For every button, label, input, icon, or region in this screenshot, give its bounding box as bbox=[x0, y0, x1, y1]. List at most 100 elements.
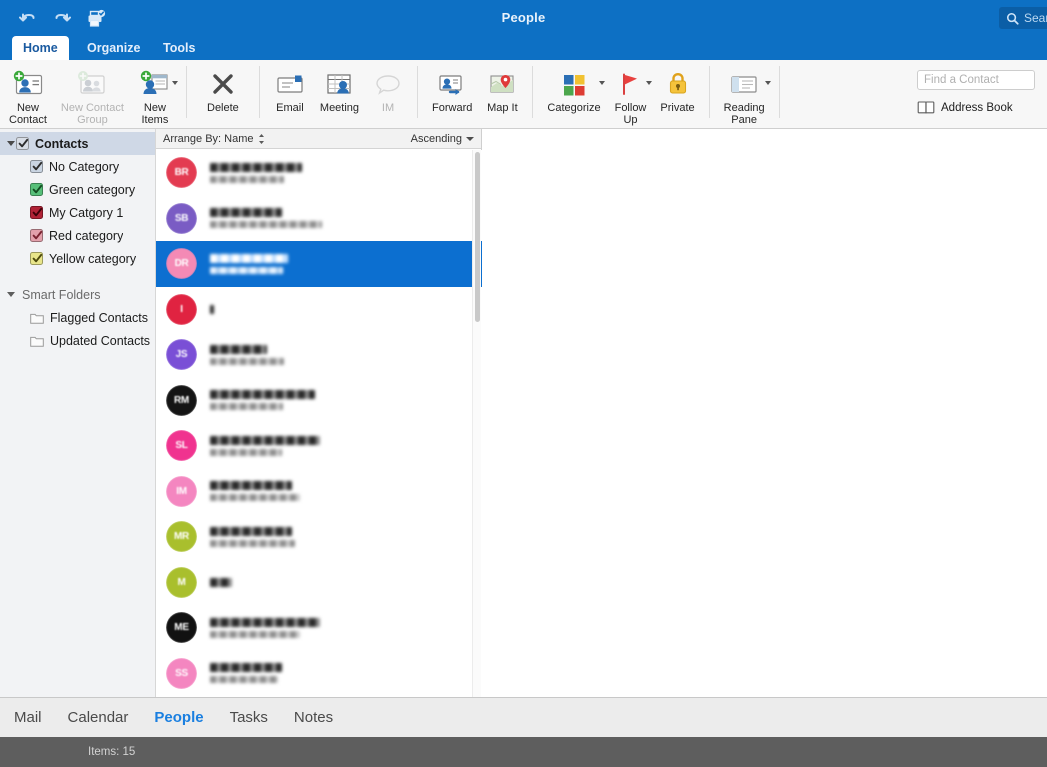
sidebar-item-red-category[interactable]: Red category bbox=[0, 224, 155, 247]
tab-organize[interactable]: Organize bbox=[76, 36, 152, 60]
contact-name bbox=[210, 578, 232, 587]
new-items-button[interactable]: New Items bbox=[131, 60, 179, 126]
sidebar-item-contacts[interactable]: Contacts bbox=[0, 132, 155, 155]
yellow-category-checkbox[interactable] bbox=[30, 252, 43, 265]
contact-list-item[interactable]: SL bbox=[156, 423, 482, 469]
delete-icon bbox=[208, 66, 238, 102]
contact-list-item[interactable]: JS bbox=[156, 332, 482, 378]
forward-icon bbox=[436, 66, 468, 102]
sidebar-item-yellow-category[interactable]: Yellow category bbox=[0, 247, 155, 270]
contact-list-item[interactable]: DR bbox=[156, 241, 482, 287]
new-items-caret-icon[interactable] bbox=[172, 81, 178, 85]
sidebar-item-flagged-contacts[interactable]: Flagged Contacts bbox=[0, 306, 155, 329]
contact-avatar: BR bbox=[166, 157, 197, 188]
nav-people[interactable]: People bbox=[154, 709, 203, 726]
disclosure-triangle-icon[interactable] bbox=[5, 141, 16, 146]
sidebar-item-no-category[interactable]: No Category bbox=[0, 155, 155, 178]
contact-text bbox=[210, 390, 315, 410]
smart-folders-disclosure-icon[interactable] bbox=[5, 292, 16, 297]
nav-tasks[interactable]: Tasks bbox=[230, 709, 268, 726]
module-switcher: Mail Calendar People Tasks Notes bbox=[0, 697, 1047, 737]
ribbon-tab-strip: Home Organize Tools bbox=[0, 36, 1047, 60]
ribbon-divider bbox=[186, 66, 187, 118]
find-a-contact-input[interactable]: Find a Contact bbox=[917, 70, 1035, 90]
contact-avatar: M bbox=[166, 567, 197, 598]
nav-mail[interactable]: Mail bbox=[14, 709, 42, 726]
green-category-label: Green category bbox=[49, 183, 135, 197]
contact-name bbox=[210, 163, 302, 172]
red-category-checkbox[interactable] bbox=[30, 229, 43, 242]
ribbon-find-section: Find a Contact Address Book bbox=[909, 60, 1047, 115]
contact-list[interactable]: BR SB DR I JS RM SLIM MR M ME SS bbox=[156, 150, 482, 697]
categorize-button[interactable]: Categorize bbox=[540, 60, 607, 115]
tab-home[interactable]: Home bbox=[12, 36, 69, 60]
contact-text bbox=[210, 578, 232, 587]
contact-list-item[interactable]: M bbox=[156, 560, 482, 606]
contact-avatar: DR bbox=[166, 248, 197, 279]
sidebar-item-my-catgory-1[interactable]: My Catgory 1 bbox=[0, 201, 155, 224]
nav-notes[interactable]: Notes bbox=[294, 709, 333, 726]
contact-subtitle bbox=[210, 221, 322, 228]
contact-avatar: MR bbox=[166, 521, 197, 552]
contact-subtitle bbox=[210, 267, 283, 274]
sidebar-item-green-category[interactable]: Green category bbox=[0, 178, 155, 201]
nav-calendar[interactable]: Calendar bbox=[68, 709, 129, 726]
contact-list-pane: Arrange By: Name Ascending BR SB DR I JS RM SL… bbox=[156, 129, 482, 697]
contact-list-item[interactable]: SB bbox=[156, 196, 482, 242]
im-button[interactable]: IM bbox=[366, 60, 410, 115]
contact-text bbox=[210, 345, 284, 365]
scrollbar-thumb[interactable] bbox=[475, 152, 480, 322]
contact-subtitle bbox=[210, 631, 300, 638]
contacts-label: Contacts bbox=[35, 137, 88, 151]
follow-up-button[interactable]: Follow Up bbox=[608, 60, 654, 126]
contact-text bbox=[210, 481, 300, 501]
contacts-checkbox[interactable] bbox=[16, 137, 29, 150]
no-category-label: No Category bbox=[49, 160, 119, 174]
ribbon-group-delete: Delete bbox=[192, 60, 254, 129]
sort-order-button[interactable]: Ascending bbox=[411, 133, 474, 145]
contact-text bbox=[210, 663, 282, 683]
contact-list-item[interactable]: SS bbox=[156, 651, 482, 697]
tab-tools[interactable]: Tools bbox=[152, 36, 206, 60]
contact-avatar: SS bbox=[166, 658, 197, 689]
meeting-button[interactable]: Meeting bbox=[313, 60, 366, 115]
categorize-caret-icon[interactable] bbox=[599, 81, 605, 85]
contact-avatar: RM bbox=[166, 385, 197, 416]
new-items-label: New Items bbox=[141, 103, 168, 126]
my-catgory-1-label: My Catgory 1 bbox=[49, 206, 123, 220]
list-scrollbar[interactable] bbox=[472, 150, 481, 697]
sort-updown-icon[interactable] bbox=[258, 133, 265, 145]
contact-list-item[interactable]: IM bbox=[156, 469, 482, 515]
email-button[interactable]: Email bbox=[267, 60, 313, 115]
reading-pane-label: Reading Pane bbox=[724, 103, 765, 126]
green-category-checkbox[interactable] bbox=[30, 183, 43, 196]
new-contact-group-button[interactable]: New Contact Group bbox=[54, 60, 131, 126]
no-category-checkbox[interactable] bbox=[30, 160, 43, 173]
sidebar-item-updated-contacts[interactable]: Updated Contacts bbox=[0, 329, 155, 352]
new-contact-button[interactable]: New Contact bbox=[2, 60, 54, 126]
folder-icon bbox=[30, 312, 44, 324]
contact-list-item[interactable]: MR bbox=[156, 514, 482, 560]
map-it-button[interactable]: Map It bbox=[479, 60, 525, 115]
contact-list-item[interactable]: BR bbox=[156, 150, 482, 196]
forward-button[interactable]: Forward bbox=[425, 60, 479, 115]
private-button[interactable]: Private bbox=[653, 60, 701, 115]
my-catgory-1-checkbox[interactable] bbox=[30, 206, 43, 219]
contact-name bbox=[210, 436, 320, 445]
contact-name bbox=[210, 527, 292, 536]
contact-avatar: JS bbox=[166, 339, 197, 370]
reading-pane-button[interactable]: Reading Pane bbox=[717, 60, 772, 126]
contact-name bbox=[210, 481, 292, 490]
sidebar-group-smart-folders[interactable]: Smart Folders bbox=[0, 283, 155, 306]
contact-name bbox=[210, 390, 315, 399]
arrange-by-button[interactable]: Arrange By: Name bbox=[163, 133, 253, 145]
follow-up-caret-icon[interactable] bbox=[646, 81, 652, 85]
search-box[interactable]: Search bbox=[999, 7, 1047, 29]
arrange-bar: Arrange By: Name Ascending bbox=[156, 129, 481, 149]
address-book-button[interactable]: Address Book bbox=[917, 100, 1035, 115]
contact-list-item[interactable]: RM bbox=[156, 378, 482, 424]
contact-list-item[interactable]: ME bbox=[156, 605, 482, 651]
contact-list-item[interactable]: I bbox=[156, 287, 482, 333]
reading-pane-caret-icon[interactable] bbox=[765, 81, 771, 85]
delete-button[interactable]: Delete bbox=[194, 60, 252, 115]
